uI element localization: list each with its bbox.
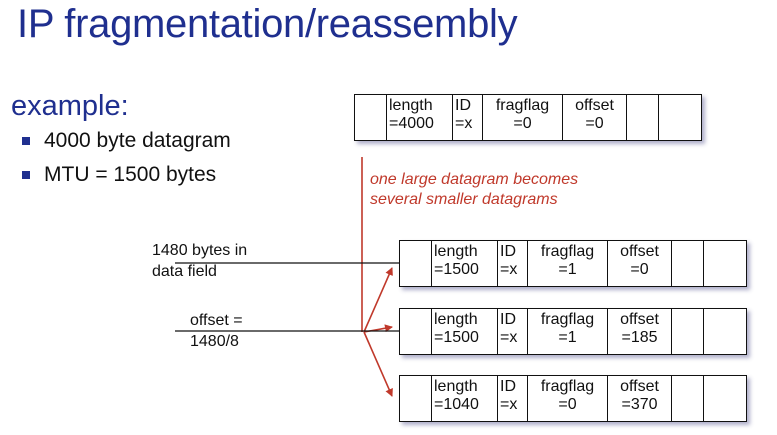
field-value: =x [455,115,473,132]
payload-cell [659,95,701,140]
field-value: =x [500,329,518,346]
length-field: length =1500 [432,241,498,286]
field-value: =0 [513,115,532,132]
example-heading: example: [11,90,129,122]
square-bullet-icon [22,171,30,179]
payload-cell [704,376,746,421]
field-label: ID [500,378,516,395]
payload-cell [672,309,704,354]
fragmentation-caption: one large datagram becomes several small… [370,170,578,210]
field-label: offset [620,243,659,260]
field-value: =1500 [434,329,479,346]
field-label: fragflag [540,243,595,260]
arrow-to-fragment-2 [363,324,393,333]
slide-title: IP fragmentation/reassembly [17,2,518,46]
field-label: offset [620,311,659,328]
offset-field: offset =370 [608,376,672,421]
field-value: =0 [630,261,649,278]
header-padding-cell [400,241,432,286]
bullet-text: MTU = 1500 bytes [44,163,217,186]
fragment-3: length =1040 ID =x fragflag =0 offset =3… [399,375,747,422]
field-value: =x [500,396,518,413]
field-value: =x [500,261,518,278]
id-field: ID =x [498,241,528,286]
payload-cell [672,241,704,286]
fragment-1: length =1500 ID =x fragflag =1 offset =0 [399,240,747,287]
fragflag-field: fragflag =0 [483,95,563,140]
field-label: fragflag [540,311,595,328]
fragflag-field: fragflag =1 [528,309,608,354]
field-value: =1 [558,329,577,346]
field-label: offset [575,97,614,114]
bullet-list: 4000 byte datagram MTU = 1500 bytes [20,128,231,196]
field-label: length [434,311,478,328]
offset-field: offset =0 [608,241,672,286]
length-field: length =4000 [387,95,453,140]
field-label: fragflag [495,97,550,114]
caption-line: several smaller datagrams [370,191,558,208]
field-label: length [389,97,433,114]
field-value: =1 [558,261,577,278]
field-value: =0 [585,115,604,132]
fragflag-field: fragflag =0 [528,376,608,421]
arrow-to-fragment-1 [363,267,393,333]
slide: IP fragmentation/reassembly example: 400… [0,0,777,435]
field-value: =370 [621,396,658,413]
square-bullet-icon [22,137,30,145]
fragmentation-arrows [175,157,506,397]
fragment-2: length =1500 ID =x fragflag =1 offset =1… [399,308,747,355]
offset-field: offset =0 [563,95,627,140]
payload-cell [704,241,746,286]
id-field: ID =x [498,376,528,421]
field-label: ID [455,97,471,114]
header-padding-cell [355,95,387,140]
id-field: ID =x [498,309,528,354]
field-value: =185 [621,329,658,346]
field-value: =1040 [434,396,479,413]
payload-cell [672,376,704,421]
original-datagram: length =4000 ID =x fragflag =0 offset =0 [354,94,702,141]
field-label: ID [500,243,516,260]
note-line: 1480/8 [190,333,239,350]
payload-cell [627,95,659,140]
bullet-text: 4000 byte datagram [44,129,231,152]
data-field-note: 1480 bytes in data field [152,240,247,282]
note-line: 1480 bytes in [152,242,248,259]
offset-field: offset =185 [608,309,672,354]
field-label: fragflag [540,378,595,395]
arrow-to-fragment-3 [363,331,393,397]
id-field: ID =x [453,95,483,140]
field-value: =4000 [389,115,434,132]
fragflag-field: fragflag =1 [528,241,608,286]
field-label: ID [500,311,516,328]
note-line: data field [152,263,217,280]
payload-cell [704,309,746,354]
length-field: length =1500 [432,309,498,354]
field-label: length [434,243,478,260]
field-value: =1500 [434,261,479,278]
header-padding-cell [400,376,432,421]
caption-line: one large datagram becomes [370,171,579,188]
field-value: =0 [558,396,577,413]
length-field: length =1040 [432,376,498,421]
header-padding-cell [400,309,432,354]
offset-note: offset = 1480/8 [190,310,243,352]
note-line: offset = [190,312,243,329]
bullet-item: MTU = 1500 bytes [20,162,231,196]
field-label: length [434,378,478,395]
field-label: offset [620,378,659,395]
bullet-item: 4000 byte datagram [20,128,231,162]
